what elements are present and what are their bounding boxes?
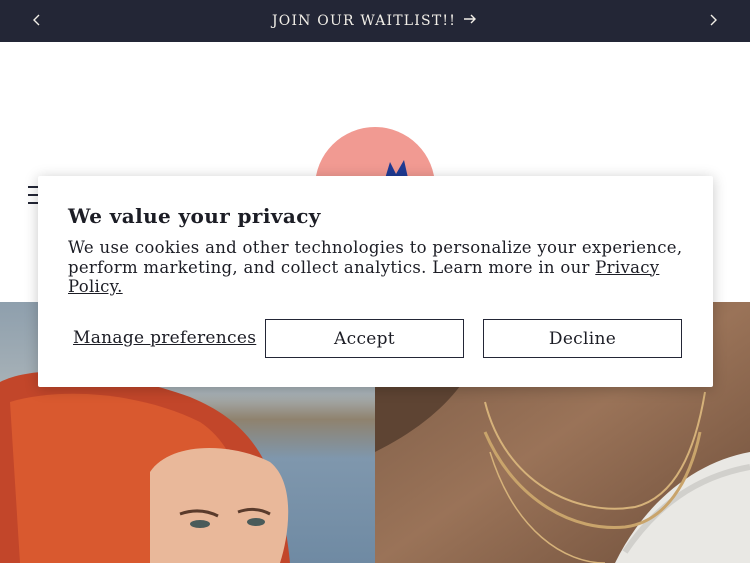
waitlist-link[interactable]: JOIN OUR WAITLIST!! [0, 0, 750, 42]
manage-preferences-button[interactable]: Manage preferences [73, 319, 256, 358]
cookie-body-text: We use cookies and other technologies to… [68, 238, 683, 277]
cookie-body: We use cookies and other technologies to… [68, 238, 688, 297]
cookie-title: We value your privacy [68, 204, 321, 228]
decline-button[interactable]: Decline [483, 319, 682, 358]
cookie-consent-dialog: We value your privacy We use cookies and… [38, 176, 713, 387]
accept-button[interactable]: Accept [265, 319, 464, 358]
chevron-right-icon[interactable] [704, 11, 722, 29]
arrow-right-icon [462, 11, 478, 31]
announcement-bar: JOIN OUR WAITLIST!! [0, 0, 750, 42]
announcement-text: JOIN OUR WAITLIST!! [271, 13, 457, 29]
cookie-actions: Manage preferences Accept Decline [68, 319, 683, 358]
